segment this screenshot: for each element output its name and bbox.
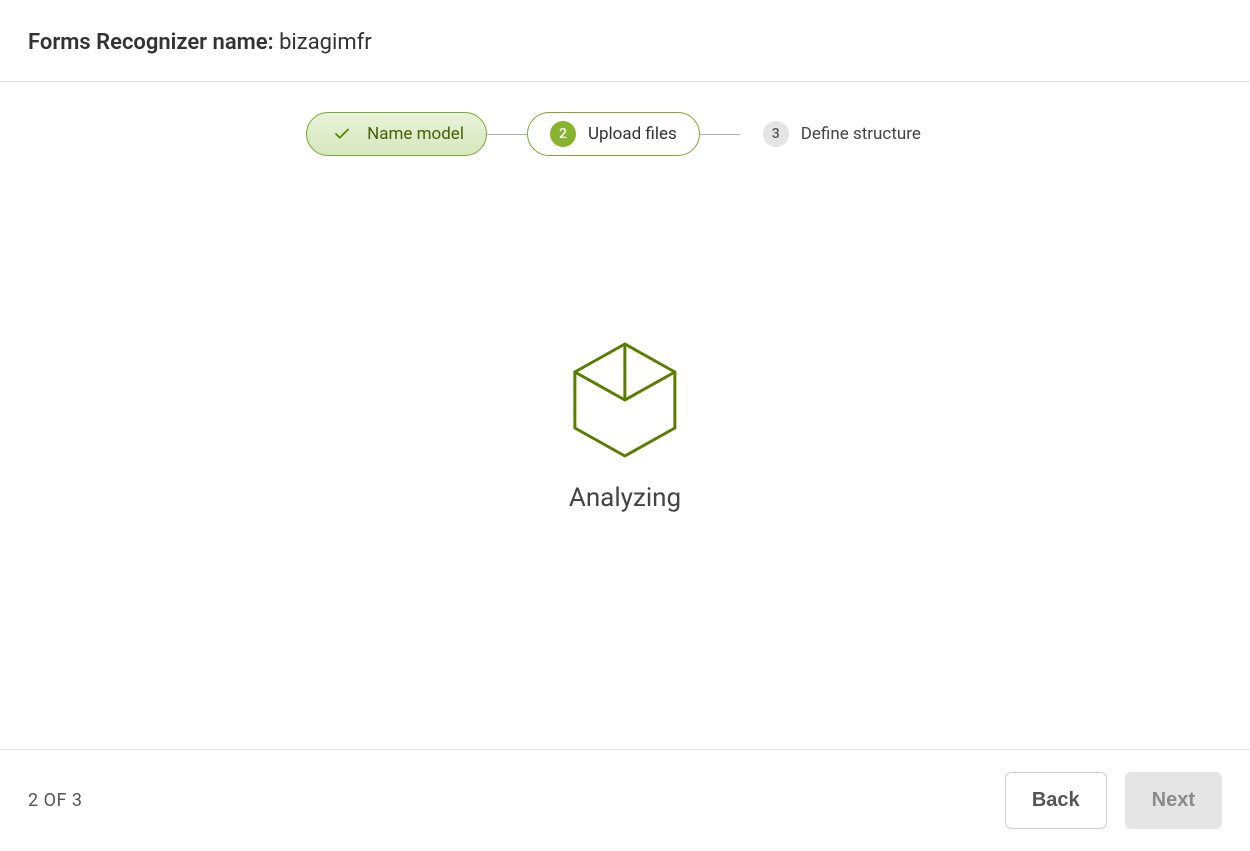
step-number-badge: 2 bbox=[550, 121, 576, 147]
step-label: Upload files bbox=[588, 124, 677, 144]
page-title: Forms Recognizer name: bizagimfr bbox=[0, 0, 1250, 82]
step-label: Name model bbox=[367, 124, 464, 144]
checkmark-icon bbox=[329, 121, 355, 147]
step-connector bbox=[487, 134, 527, 135]
step-connector bbox=[700, 134, 740, 135]
analyzing-label: Analyzing bbox=[569, 483, 681, 513]
analyzing-status: Analyzing bbox=[569, 339, 681, 513]
step-define-structure[interactable]: 3 Define structure bbox=[740, 112, 944, 156]
header-label: Forms Recognizer name: bbox=[28, 30, 274, 55]
page-indicator: 2 OF 3 bbox=[28, 790, 83, 811]
step-name-model[interactable]: Name model bbox=[306, 112, 487, 156]
wizard-footer: 2 OF 3 Back Next bbox=[0, 749, 1250, 851]
next-button[interactable]: Next bbox=[1125, 772, 1222, 829]
header-name-value: bizagimfr bbox=[279, 30, 372, 55]
back-button[interactable]: Back bbox=[1005, 772, 1107, 829]
cube-outline-icon bbox=[570, 339, 680, 459]
wizard-stepper: Name model 2 Upload files 3 Define struc… bbox=[0, 82, 1250, 156]
step-upload-files[interactable]: 2 Upload files bbox=[527, 112, 700, 156]
footer-buttons: Back Next bbox=[1005, 772, 1222, 829]
step-label: Define structure bbox=[801, 124, 921, 144]
step-number-badge: 3 bbox=[763, 121, 789, 147]
